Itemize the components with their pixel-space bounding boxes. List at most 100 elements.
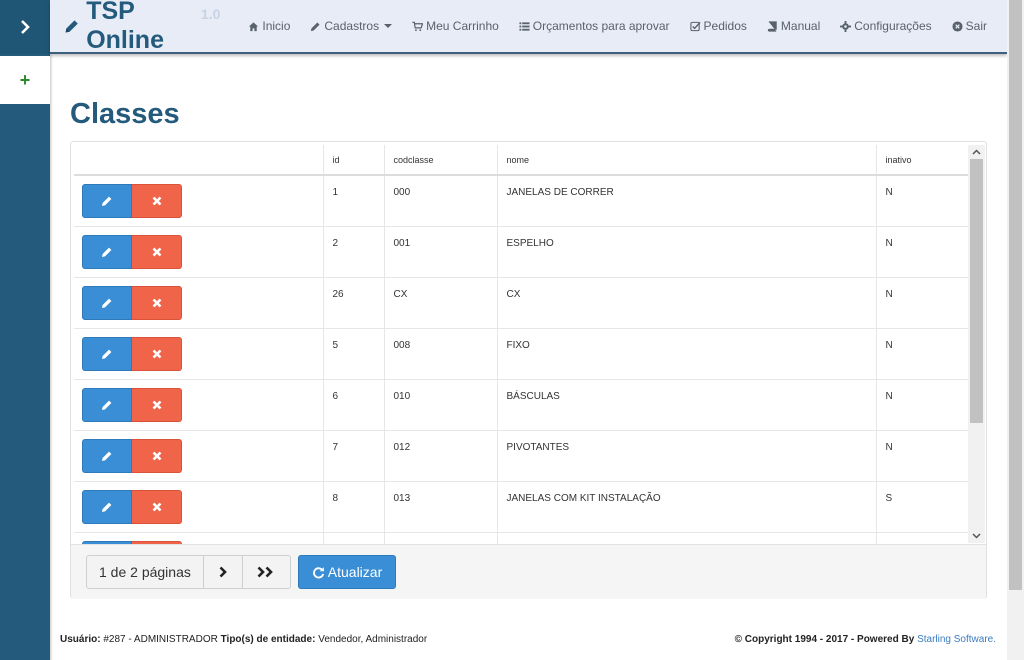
pencil-icon [102, 298, 112, 308]
delete-button[interactable] [132, 336, 182, 371]
page-scrollbar-thumb[interactable] [1009, 0, 1022, 590]
cart-icon [412, 21, 424, 31]
last-page-button[interactable] [243, 556, 290, 588]
table-row[interactable]: 5 008 FIXO N [74, 328, 968, 380]
nav-manual[interactable]: Manual [767, 19, 820, 33]
delete-button[interactable] [132, 285, 182, 320]
book-icon [767, 20, 777, 32]
table-row[interactable]: 8 013 JANELAS COM KIT INSTALAÇÃO S [74, 481, 968, 533]
list-icon [519, 21, 530, 31]
cell-id: 6 [323, 379, 385, 431]
edit-button[interactable] [82, 438, 132, 473]
close-icon [152, 349, 161, 358]
gear-icon [840, 20, 852, 32]
brand[interactable]: TSP Online 1.0 [64, 0, 220, 55]
footer-entity-label: Tipo(s) de entidade: [220, 634, 316, 645]
pencil-icon [102, 196, 112, 206]
nav-label: Meu Carrinho [426, 19, 499, 33]
table-row[interactable]: 7 012 PIVOTANTES N [74, 430, 968, 482]
sidebar-shadow [50, 0, 53, 660]
nav-meu-carrinho[interactable]: Meu Carrinho [412, 19, 499, 33]
pencil-icon [102, 451, 112, 461]
row-actions [74, 175, 324, 227]
classes-grid: id codclasse nome inativo 1 000 JANELAS … [70, 141, 987, 599]
nav-cadastros[interactable]: Cadastros [310, 19, 393, 33]
grid-scrollbar[interactable] [968, 145, 985, 543]
chevron-up-icon [972, 149, 981, 155]
close-circle-icon [952, 20, 963, 32]
pencil-icon [65, 20, 78, 33]
check-square-icon [689, 21, 701, 31]
nav-inicio[interactable]: Inicio [248, 19, 290, 33]
home-icon [249, 21, 259, 31]
nav-label: Orçamentos para aprovar [532, 19, 670, 33]
cell-inativo: N [876, 328, 968, 380]
page-title: Classes [70, 98, 180, 130]
cell-nome: BÁSCULAS [497, 379, 877, 431]
sidebar-add-button[interactable]: + [0, 56, 50, 104]
brand-title: TSP Online [86, 0, 164, 54]
column-header-id[interactable]: id [323, 145, 385, 176]
row-actions [74, 277, 324, 329]
nav-sair[interactable]: Sair [952, 19, 987, 33]
chevron-down-icon [972, 533, 981, 539]
edit-button[interactable] [82, 489, 132, 524]
table-row[interactable]: 26 CX CX N [74, 277, 968, 329]
cell-id: 26 [323, 277, 385, 329]
close-icon [152, 247, 161, 256]
delete-button[interactable] [132, 489, 182, 524]
column-header-actions [74, 145, 324, 176]
cell-codclasse: 013 [384, 481, 498, 533]
classes-table: id codclasse nome inativo 1 000 JANELAS … [74, 145, 968, 545]
delete-button[interactable] [132, 438, 182, 473]
column-header-codclasse[interactable]: codclasse [384, 145, 498, 176]
nav-label: Pedidos [703, 19, 747, 33]
refresh-button[interactable]: Atualizar [298, 555, 396, 589]
row-actions [74, 481, 324, 533]
table-row[interactable]: 1 000 JANELAS DE CORRER N [74, 175, 968, 227]
delete-button[interactable] [132, 234, 182, 269]
nav-configuracoes[interactable]: Configurações [840, 19, 932, 33]
next-page-button[interactable] [204, 556, 243, 588]
cell-inativo: S [876, 481, 968, 533]
refresh-icon [312, 566, 324, 578]
copyright-text: © Copyright 1994 - 2017 - Powered By [734, 634, 915, 645]
row-actions [74, 328, 324, 380]
footer-entity-value: Vendedor, Administrador [318, 634, 428, 645]
pencil-icon [311, 21, 320, 31]
column-header-inativo[interactable]: inativo [876, 145, 968, 176]
edit-button[interactable] [82, 336, 132, 371]
cell-id: 8 [323, 481, 385, 533]
column-header-nome[interactable]: nome [497, 145, 877, 176]
delete-button[interactable] [132, 387, 182, 422]
footer-copyright: © Copyright 1994 - 2017 - Powered By Sta… [735, 634, 996, 645]
edit-button[interactable] [82, 234, 132, 269]
left-sidebar: + [0, 0, 50, 660]
grid-body: id codclasse nome inativo 1 000 JANELAS … [74, 145, 968, 545]
page-scrollbar[interactable] [1007, 0, 1024, 660]
edit-button[interactable] [82, 184, 132, 218]
cell-nome: PIVOTANTES [497, 430, 877, 482]
cell-nome: FIXO [497, 328, 877, 380]
cell-inativo: N [876, 226, 968, 278]
close-icon [152, 451, 161, 460]
sidebar-toggle-button[interactable] [0, 0, 50, 54]
cell-nome: CX [497, 277, 877, 329]
pencil-icon [102, 502, 112, 512]
cell-codclasse: 008 [384, 328, 498, 380]
scroll-down-arrow[interactable] [968, 529, 985, 543]
scroll-up-arrow[interactable] [968, 145, 985, 159]
grid-scrollbar-thumb[interactable] [970, 159, 983, 423]
top-navbar: TSP Online 1.0 Inicio Cadastros Meu Carr… [50, 0, 1007, 54]
table-row[interactable]: 6 010 BÁSCULAS N [74, 379, 968, 431]
starling-software-link[interactable]: Starling Software [917, 634, 993, 645]
cell-inativo: N [876, 277, 968, 329]
nav-orcamentos[interactable]: Orçamentos para aprovar [519, 19, 670, 33]
nav-pedidos[interactable]: Pedidos [689, 19, 747, 33]
table-row[interactable]: 2 001 ESPELHO N [74, 226, 968, 278]
edit-button[interactable] [82, 387, 132, 422]
nav-label: Manual [780, 19, 821, 33]
edit-button[interactable] [82, 285, 132, 320]
cell-codclasse: CX [384, 277, 498, 329]
delete-button[interactable] [132, 184, 182, 218]
